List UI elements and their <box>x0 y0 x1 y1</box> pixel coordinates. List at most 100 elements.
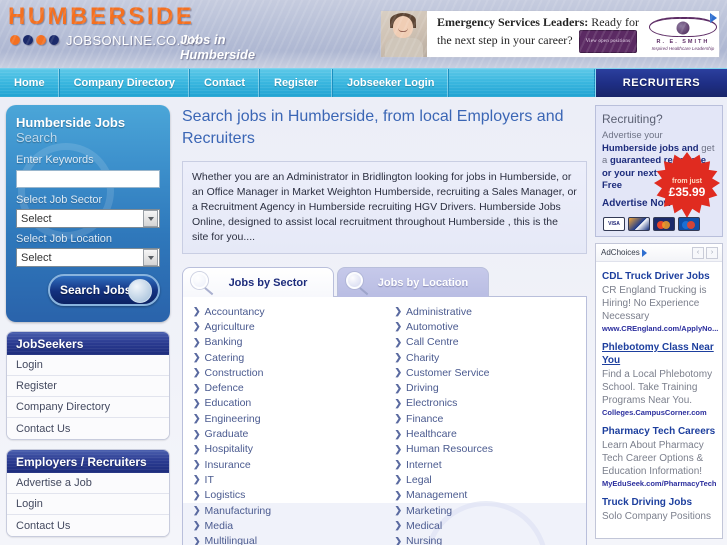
sector-label: Finance <box>406 412 444 425</box>
sector-label: Administrative <box>406 305 472 318</box>
ad-title[interactable]: Truck Driving Jobs <box>602 496 716 509</box>
ad-photo <box>381 11 427 57</box>
nav-item-recruiters[interactable]: RECRUITERS <box>595 69 727 97</box>
intro-paragraph: Whether you are an Administrator in Brid… <box>182 161 587 254</box>
adchoices-triangle-icon[interactable] <box>710 13 717 23</box>
chevron-right-icon: ❯ <box>193 413 201 424</box>
banner-advertisement[interactable]: Emergency Services Leaders: Ready for th… <box>380 10 720 58</box>
ad-headline-1: Emergency Services Leaders: Ready for <box>437 15 639 30</box>
employers-link-advertise-a-job[interactable]: Advertise a Job <box>7 473 169 494</box>
search-keywords-input[interactable] <box>16 170 160 188</box>
ad-unit-2: Phlebotomy Class Near You Find a Local P… <box>602 333 716 417</box>
ad-url[interactable]: Colleges.CampusCorner.com <box>602 408 716 417</box>
ad-title[interactable]: Phlebotomy Class Near You <box>602 341 716 367</box>
sector-link-administrative[interactable]: ❯ Administrative <box>385 304 587 319</box>
sector-label: Management <box>406 489 468 502</box>
sector-link-logistics[interactable]: ❯ Logistics <box>183 488 385 503</box>
nav-item-contact[interactable]: Contact <box>190 69 260 97</box>
nav-item-jobseeker-login[interactable]: Jobseeker Login <box>333 69 450 97</box>
page-title: Search jobs in Humberside, from local Em… <box>182 108 564 147</box>
logo-dots-icon <box>10 32 62 50</box>
chevron-right-icon: ❯ <box>394 520 403 531</box>
sector-link-internet[interactable]: ❯ Internet <box>385 457 587 472</box>
ad-prev-button[interactable]: ‹ <box>692 246 704 259</box>
sector-label: Defence <box>204 382 244 395</box>
ad-carousel-nav: ‹ › <box>692 246 718 259</box>
nav-item-home[interactable]: Home <box>0 69 60 97</box>
main-navigation: Home Company Directory Contact Register … <box>0 68 727 97</box>
jobseekers-link-company-directory[interactable]: Company Directory <box>7 397 169 418</box>
nav-item-company-directory[interactable]: Company Directory <box>60 69 191 97</box>
search-jobs-button[interactable]: Search Jobs <box>48 274 160 306</box>
adsense-block: AdChoices ‹ › CDL Truck Driver Jobs CR E… <box>595 243 723 539</box>
chevron-right-icon: ❯ <box>394 459 403 470</box>
sector-link-legal[interactable]: ❯ Legal <box>385 472 587 487</box>
tab-jobs-by-location[interactable]: Jobs by Location <box>337 267 489 297</box>
employers-link-contact-us[interactable]: Contact Us <box>7 515 169 536</box>
sector-link-electronics[interactable]: ❯ Electronics <box>385 396 587 411</box>
sector-link-manufacturing[interactable]: ❯ Manufacturing <box>183 502 385 519</box>
chevron-right-icon: ❯ <box>193 336 201 347</box>
adchoices-label-wrap[interactable]: AdChoices <box>601 248 647 257</box>
sector-link-multilingual[interactable]: ❯ Multilingual <box>183 533 385 545</box>
sector-label: Medical <box>406 519 443 532</box>
sector-label: Customer Service <box>406 366 490 379</box>
sector-link-medical[interactable]: ❯ Medical <box>384 518 586 534</box>
chevron-right-icon: ❯ <box>394 306 403 317</box>
jobseekers-link-login[interactable]: Login <box>7 355 169 376</box>
sector-link-defence[interactable]: ❯ Defence <box>183 380 385 395</box>
sector-link-management[interactable]: ❯ Management <box>385 488 587 503</box>
sector-link-marketing[interactable]: ❯ Marketing <box>384 502 586 519</box>
sector-link-catering[interactable]: ❯ Catering <box>183 350 385 365</box>
ad-title[interactable]: Pharmacy Tech Careers <box>602 425 716 438</box>
job-location-select[interactable]: Select <box>16 248 160 267</box>
content-tabs: Jobs by Sector Jobs by Location <box>182 267 587 297</box>
tab-jobs-by-sector-label: Jobs by Sector <box>228 276 308 289</box>
ad-next-button[interactable]: › <box>706 246 718 259</box>
jobseekers-link-register[interactable]: Register <box>7 376 169 397</box>
sector-link-human-resources[interactable]: ❯ Human Resources <box>385 442 587 457</box>
sector-link-media[interactable]: ❯ Media <box>183 518 385 534</box>
ad-cta-button[interactable]: View open positions <box>578 30 638 53</box>
sector-link-charity[interactable]: ❯ Charity <box>385 350 587 365</box>
ad-url[interactable]: MyEduSeek.com/PharmacyTech <box>602 479 717 488</box>
site-logo[interactable]: HUMBERSIDE JOBSONLINE.CO.UK Jobs in Humb… <box>8 5 255 63</box>
ad-title[interactable]: CDL Truck Driver Jobs <box>602 270 716 283</box>
sector-link-call-centre[interactable]: ❯ Call Centre <box>385 335 587 350</box>
page-root: HUMBERSIDE JOBSONLINE.CO.UK Jobs in Humb… <box>0 0 727 545</box>
sector-link-hospitality[interactable]: ❯ Hospitality <box>183 442 385 457</box>
sector-link-nursing[interactable]: ❯ Nursing <box>384 533 586 545</box>
sector-link-accountancy[interactable]: ❯ Accountancy <box>183 304 385 319</box>
chevron-right-icon: ❯ <box>394 367 403 378</box>
sector-link-healthcare[interactable]: ❯ Healthcare <box>385 426 587 441</box>
sector-link-construction[interactable]: ❯ Construction <box>183 365 385 380</box>
chevron-right-icon: ❯ <box>394 535 403 545</box>
sector-link-insurance[interactable]: ❯ Insurance <box>183 457 385 472</box>
sector-link-finance[interactable]: ❯ Finance <box>385 411 587 426</box>
sector-link-customer-service[interactable]: ❯ Customer Service <box>385 365 587 380</box>
sector-column-right: ❯ Administrative ❯ Automotive ❯ Call Centre ❯ C… <box>384 304 587 545</box>
nav-item-register[interactable]: Register <box>260 69 334 97</box>
sector-link-education[interactable]: ❯ Education <box>183 396 385 411</box>
sector-link-graduate[interactable]: ❯ Graduate <box>183 426 385 441</box>
sector-link-automotive[interactable]: ❯ Automotive <box>385 319 587 334</box>
job-sector-select[interactable]: Select <box>16 209 160 228</box>
sector-link-driving[interactable]: ❯ Driving <box>385 380 587 395</box>
employers-link-login[interactable]: Login <box>7 494 169 515</box>
sector-label: Healthcare <box>406 428 457 441</box>
recruiting-promo-box[interactable]: Recruiting? Advertise your Humberside jo… <box>595 105 723 237</box>
chevron-right-icon: ❯ <box>193 520 201 531</box>
sector-link-it[interactable]: ❯ IT <box>183 472 385 487</box>
sector-link-banking[interactable]: ❯ Banking <box>183 335 385 350</box>
jobseekers-link-contact-us[interactable]: Contact Us <box>7 418 169 439</box>
sector-link-engineering[interactable]: ❯ Engineering <box>183 411 385 426</box>
sector-label: Charity <box>406 351 440 364</box>
recruiting-promo-title: Recruiting? <box>602 112 663 126</box>
sector-label: Logistics <box>204 489 246 502</box>
ad-description: CR England Trucking is Hiring! No Experi… <box>602 285 707 322</box>
magnifier-handle-icon <box>359 287 369 296</box>
ad-url[interactable]: www.CREngland.com/ApplyNo... <box>602 324 718 333</box>
price-badge-from: from just <box>672 177 702 185</box>
sector-link-agriculture[interactable]: ❯ Agriculture <box>183 319 385 334</box>
tab-jobs-by-sector[interactable]: Jobs by Sector <box>182 267 334 297</box>
